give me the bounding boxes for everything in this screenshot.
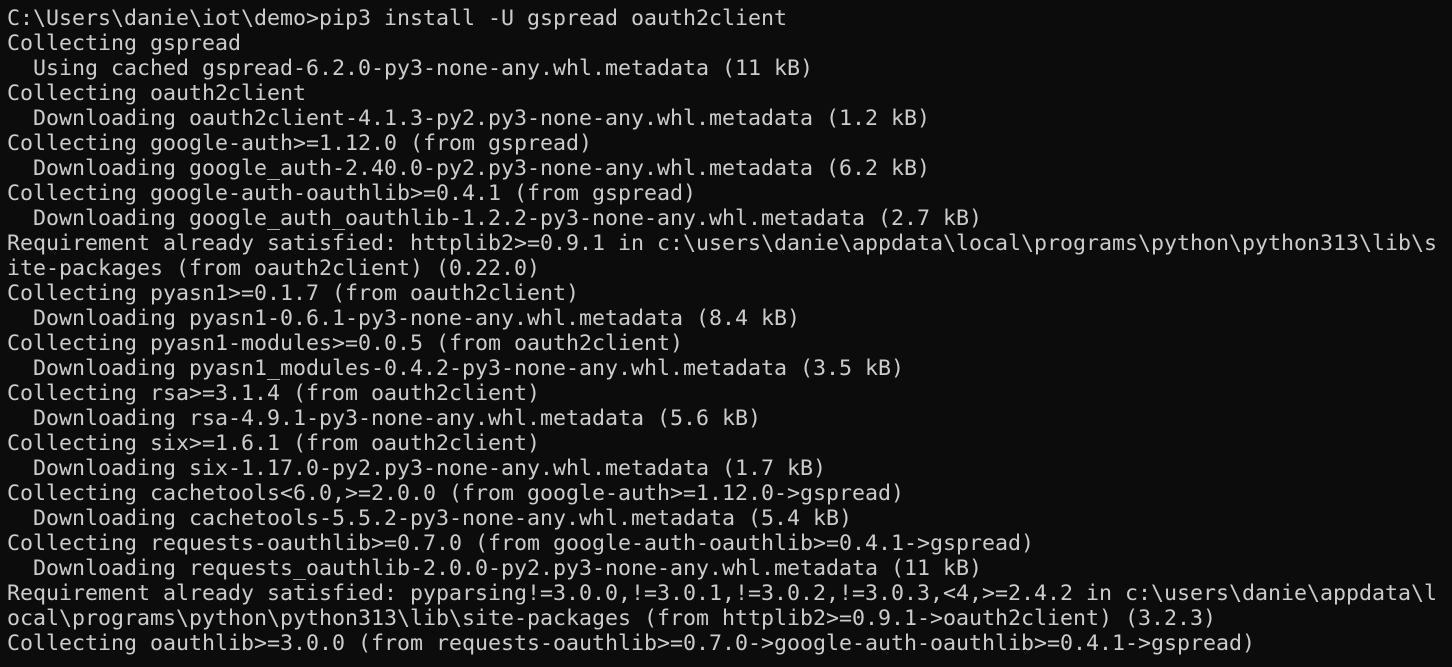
terminal-line: Collecting oauthlib>=3.0.0 (from request… (7, 631, 1256, 656)
terminal-line: Collecting six>=1.6.1 (from oauth2client… (7, 431, 541, 456)
terminal-line: Downloading requests_oauthlib-2.0.0-py2.… (7, 556, 983, 581)
terminal-line: Requirement already satisfied: pyparsing… (7, 581, 1438, 606)
terminal-line: Collecting google-auth>=1.12.0 (from gsp… (7, 131, 593, 156)
terminal-line: Collecting cachetools<6.0,>=2.0.0 (from … (7, 481, 905, 506)
terminal-line: Downloading pyasn1_modules-0.4.2-py3-non… (7, 356, 905, 381)
terminal-line: Downloading six-1.17.0-py2.py3-none-any.… (7, 456, 827, 481)
terminal-line-prompt: C:\Users\danie\iot\demo>pip3 install -U … (7, 6, 788, 31)
terminal-line: Collecting gspread (7, 31, 242, 56)
terminal-line: Downloading cachetools-5.5.2-py3-none-an… (7, 506, 853, 531)
terminal-line: Collecting oauth2client (7, 81, 307, 106)
terminal-line: Collecting pyasn1>=0.1.7 (from oauth2cli… (7, 281, 580, 306)
terminal-line: ocal\programs\python\python313\lib\site-… (7, 606, 1217, 631)
terminal-line: Collecting rsa>=3.1.4 (from oauth2client… (7, 381, 541, 406)
terminal-line: Collecting requests-oauthlib>=0.7.0 (fro… (7, 531, 1035, 556)
terminal-line: ite-packages (from oauth2client) (0.22.0… (7, 256, 541, 281)
terminal-line: Requirement already satisfied: httplib2>… (7, 231, 1438, 256)
terminal-line: Downloading oauth2client-4.1.3-py2.py3-n… (7, 106, 931, 131)
terminal-output[interactable]: C:\Users\danie\iot\demo>pip3 install -U … (0, 0, 1452, 667)
terminal-line: Downloading pyasn1-0.6.1-py3-none-any.wh… (7, 306, 801, 331)
terminal-line: Downloading google_auth_oauthlib-1.2.2-p… (7, 206, 983, 231)
terminal-line: Collecting google-auth-oauthlib>=0.4.1 (… (7, 181, 697, 206)
terminal-line: Downloading rsa-4.9.1-py3-none-any.whl.m… (7, 406, 762, 431)
terminal-line: Downloading google_auth-2.40.0-py2.py3-n… (7, 156, 931, 181)
terminal-line: Collecting pyasn1-modules>=0.0.5 (from o… (7, 331, 684, 356)
terminal-line: Using cached gspread-6.2.0-py3-none-any.… (7, 56, 814, 81)
